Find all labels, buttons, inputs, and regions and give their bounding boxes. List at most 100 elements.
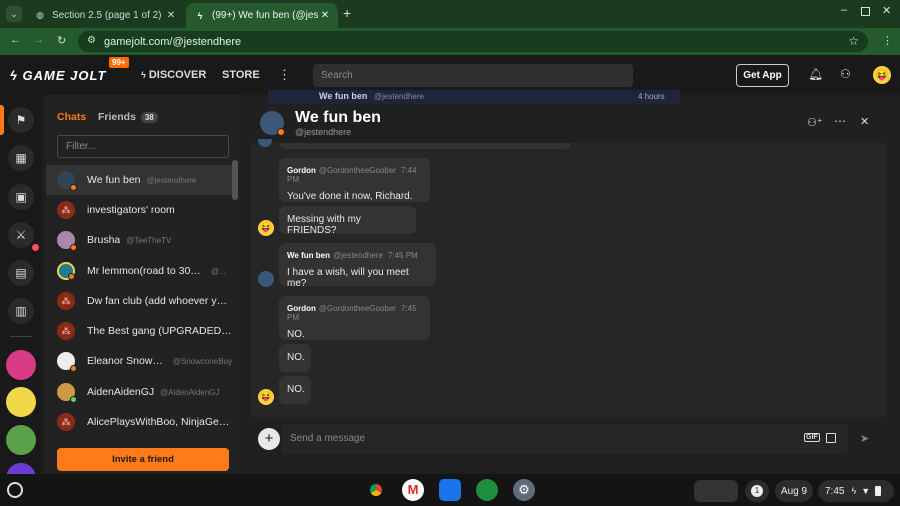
nav-discover[interactable]: ϟ DISCOVER <box>141 69 206 81</box>
chat-item-we-fun-ben[interactable]: We fun ben @jestendhere <box>46 165 232 195</box>
more-options-icon[interactable]: ⋯ <box>834 114 846 128</box>
message-bubble: NO. <box>279 344 311 372</box>
group-icon: ⁂ <box>57 413 75 431</box>
back-icon[interactable]: ← <box>10 34 21 46</box>
chat-item-group[interactable]: ⁂ Dw fan club (add whoever you... <box>46 286 232 316</box>
message-bubble: Gordon @GordontheeGoober 7:45 PM NO. <box>279 296 430 340</box>
gordon-avatar: 😝 <box>258 389 274 405</box>
friends-count-badge: 38 <box>140 112 158 123</box>
tab-title: (99+) We fun ben (@jestendhere <box>212 10 318 21</box>
home-icon[interactable]: ⚑ <box>8 107 34 133</box>
chat-item-group[interactable]: ⁂ AlicePlaysWithBoo, NinjaGen... <box>46 407 232 437</box>
message-bubble: NO. <box>279 376 311 404</box>
community-spongebob-avatar[interactable] <box>6 387 36 417</box>
close-window-icon[interactable]: ✕ <box>882 4 891 17</box>
library-icon[interactable]: ▥ <box>8 298 34 324</box>
chat-avatar[interactable] <box>260 111 285 136</box>
date-pill[interactable]: Aug 9 <box>775 480 813 502</box>
browser-tab-section[interactable]: ◍ Section 2.5 (page 1 of 2) | ace ✕ <box>26 3 184 28</box>
community-fnf-avatar[interactable] <box>6 350 36 380</box>
wifi-icon: ▼ <box>861 486 871 496</box>
more-dots-icon[interactable]: ⋮ <box>278 67 291 83</box>
quests-icon[interactable]: ⚔ <box>8 222 34 248</box>
avatar <box>57 262 75 280</box>
reload-icon[interactable]: ↻ <box>57 34 66 47</box>
filter-input[interactable]: Filter... <box>57 135 229 158</box>
get-app-button[interactable]: Get App <box>736 64 789 87</box>
browser-toolbar: ← → ↻ ⚙ gamejolt.com/@jestendhere ☆ ⋮ <box>0 28 900 55</box>
store-icon[interactable]: ▦ <box>8 145 34 171</box>
bolt-icon: ϟ <box>10 68 18 83</box>
settings-icon[interactable]: ⚙ <box>513 479 535 501</box>
chat-sidebar: Chats Friends 38 Filter... We fun ben @j… <box>46 95 240 474</box>
battery-icon <box>875 486 882 496</box>
gif-button[interactable]: GIF <box>804 433 820 442</box>
gamejolt-header: ϟ GAME JOLT 99+ ϟ DISCOVER STORE ⋮ Searc… <box>0 55 900 95</box>
chat-item-mr-lemmon[interactable]: Mr lemmon(road to 300) ... @... <box>46 256 232 286</box>
tab-chats[interactable]: Chats <box>57 111 86 123</box>
group-icon: ⁂ <box>57 292 75 310</box>
preview-user: @jestendhere <box>374 92 424 101</box>
maximize-icon[interactable] <box>861 7 870 16</box>
chat-username: @jestendhere <box>295 127 352 137</box>
site-info-icon[interactable]: ⚙ <box>87 35 96 46</box>
add-attachment-button[interactable]: + <box>258 428 280 450</box>
forward-icon[interactable]: → <box>33 34 44 46</box>
tab-search-button[interactable]: ⌄ <box>6 6 22 22</box>
close-chat-icon[interactable]: ✕ <box>860 115 869 128</box>
friends-icon[interactable]: ⚇ <box>840 67 851 81</box>
profile-preview-strip: We fun ben @jestendhere 4 hours <box>268 90 680 104</box>
message-input[interactable]: Send a message <box>282 424 848 454</box>
send-icon[interactable]: ➤ <box>860 432 869 445</box>
nav-store[interactable]: STORE <box>222 69 260 81</box>
status-dot <box>277 128 285 136</box>
group-icon: ⁂ <box>57 201 75 219</box>
add-friend-icon[interactable]: ⚇⁺ <box>807 116 823 129</box>
backpack-icon[interactable]: ▣ <box>8 184 34 210</box>
chat-title: We fun ben <box>295 109 381 126</box>
scrollbar[interactable] <box>232 160 238 200</box>
files-icon[interactable] <box>439 479 461 501</box>
new-tab-button[interactable]: + <box>343 5 351 21</box>
tab-friends[interactable]: Friends 38 <box>98 111 158 123</box>
chrome-icon[interactable] <box>365 479 387 501</box>
preview-name: We fun ben <box>319 91 368 101</box>
bookmark-star-icon[interactable]: ☆ <box>848 34 859 48</box>
sticker-icon[interactable] <box>826 433 836 443</box>
divider <box>10 336 32 337</box>
message-bubble: Messing with my FRIENDS? <box>279 206 416 236</box>
left-icon-bar: ⚑ ▦ ▣ ⚔ ▤ ▥ <box>0 95 42 493</box>
gmail-icon[interactable]: M <box>402 479 424 501</box>
close-icon[interactable]: ✕ <box>318 10 332 21</box>
status-tray[interactable]: 7:45 ϟ ▼ <box>818 480 894 502</box>
invite-friend-button[interactable]: Invite a friend <box>57 448 229 471</box>
meet-icon[interactable] <box>476 479 498 501</box>
address-bar[interactable]: ⚙ gamejolt.com/@jestendhere ☆ <box>78 31 868 52</box>
minimize-icon[interactable]: – <box>841 4 847 16</box>
globe-icon: ◍ <box>36 10 44 20</box>
chat-bubble-icon[interactable]: ▤ <box>8 260 34 286</box>
close-icon[interactable]: ✕ <box>164 10 178 21</box>
bolt-small-icon: ϟ <box>141 70 146 80</box>
community-green-avatar[interactable] <box>6 425 36 455</box>
preview-time: 4 hours <box>638 92 665 101</box>
bell-icon[interactable]: 🔔︎ <box>808 67 823 81</box>
gamejolt-logo[interactable]: ϟ GAME JOLT <box>10 68 106 83</box>
chat-item-eleanor[interactable]: Eleanor Snowcone @SnowconeBoy <box>46 346 232 376</box>
avatar <box>57 231 77 251</box>
browser-tab-gamejolt[interactable]: ϟ (99+) We fun ben (@jestendhere ✕ <box>186 3 338 28</box>
chat-item-brusha[interactable]: Brusha @TeeTheTV <box>46 225 232 255</box>
chat-item-group[interactable]: ⁂ investigators' room <box>46 195 232 225</box>
composer-bar: + Send a message GIF ➤ <box>250 417 887 462</box>
chat-item-group[interactable]: ⁂ The Best gang (UPGRADED) ... <box>46 316 232 346</box>
tote-thumbnail[interactable] <box>694 480 738 502</box>
user-avatar[interactable]: 😝 <box>873 66 891 84</box>
launcher-button[interactable] <box>7 482 23 498</box>
chat-window: We fun ben @jestendhere ⚇⁺ ⋯ ✕ Gordon @Go… <box>250 105 887 462</box>
notification-count[interactable]: 1 <box>745 480 769 502</box>
logo-text: GAME JOLT <box>22 68 107 83</box>
search-input[interactable]: Search <box>313 64 633 87</box>
active-indicator <box>0 105 4 135</box>
menu-dots-icon[interactable]: ⋮ <box>882 34 893 47</box>
chat-item-aiden[interactable]: AidenAidenGJ @AidenAidenGJ <box>46 377 232 407</box>
